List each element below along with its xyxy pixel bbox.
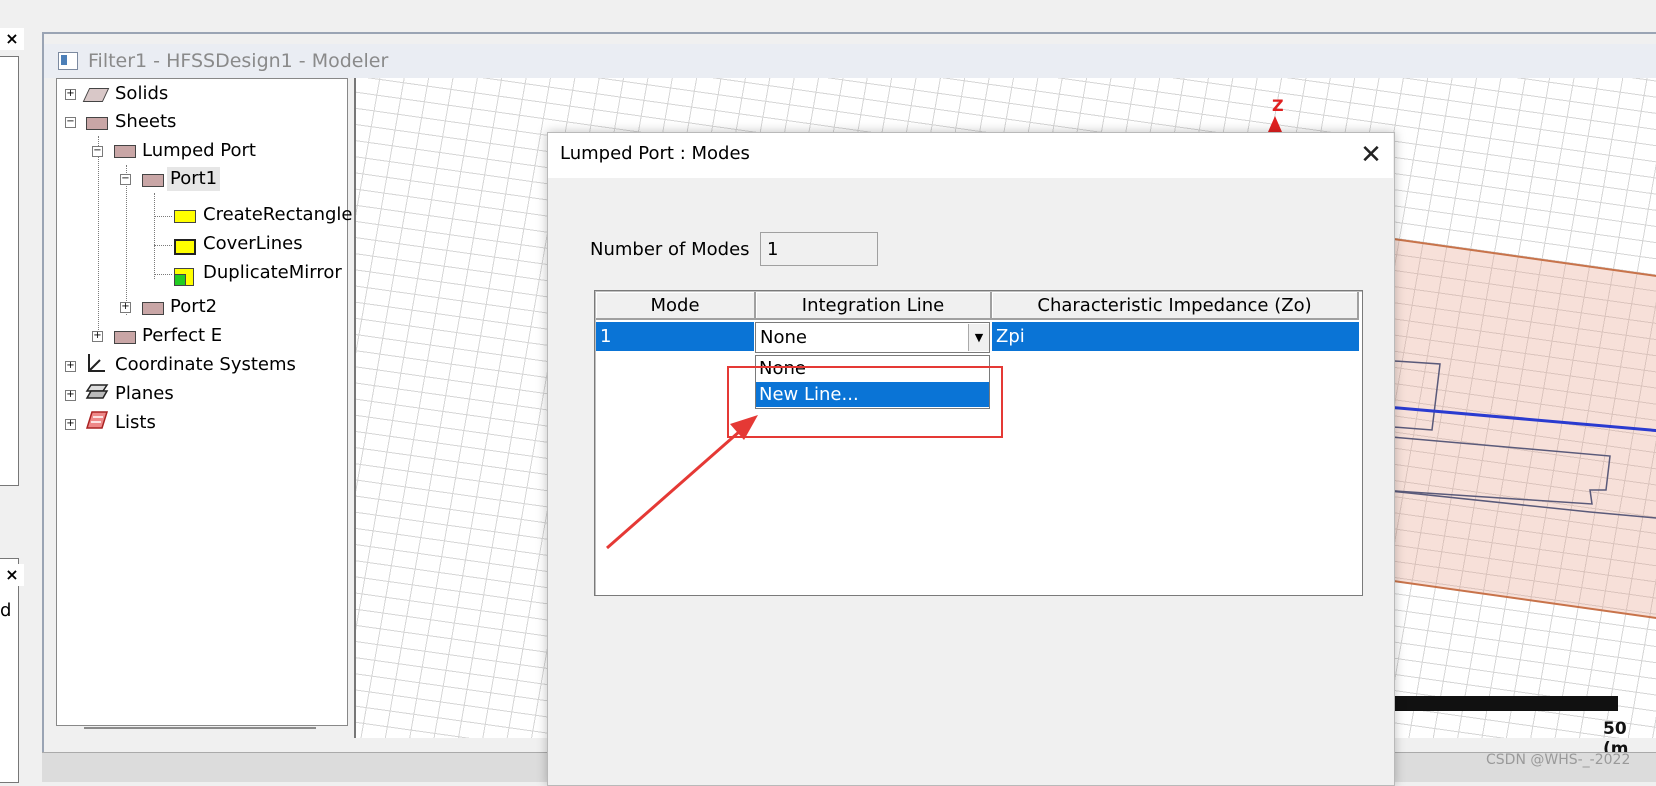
tree-item-sheets[interactable]: Sheets <box>115 110 176 134</box>
number-of-modes-input[interactable] <box>760 232 878 266</box>
sheets-icon <box>86 117 108 130</box>
tree-expand-lists[interactable]: + <box>65 419 76 430</box>
tree-expand-port1[interactable]: − <box>120 174 131 185</box>
tree-horizontal-scrollbar[interactable] <box>84 727 316 729</box>
tree-item-port1[interactable]: Port1 <box>167 167 221 191</box>
tree-expand-solids[interactable]: + <box>65 89 76 100</box>
tree-expand-perfect-e[interactable]: + <box>92 331 103 342</box>
model-outline <box>1380 359 1656 519</box>
dialog-title: Lumped Port : Modes <box>560 143 750 164</box>
column-header-integration-line[interactable]: Integration Line <box>756 292 992 320</box>
z-axis-label: Z <box>1272 96 1284 115</box>
left-panel-lower <box>0 558 19 783</box>
tree-item-perfect-e[interactable]: Perfect E <box>142 324 222 348</box>
lists-icon <box>85 411 109 429</box>
column-header-characteristic-impedance[interactable]: Characteristic Impedance (Zo) <box>992 292 1359 320</box>
cover-lines-icon <box>174 239 196 255</box>
port2-icon <box>142 302 164 315</box>
modeler-window-icon <box>58 52 78 70</box>
tree-item-lists[interactable]: Lists <box>115 411 156 435</box>
tree-expand-port2[interactable]: + <box>120 302 131 313</box>
tree-item-coordinate-systems[interactable]: Coordinate Systems <box>115 353 296 377</box>
left-panel-upper <box>0 56 19 486</box>
tree-item-create-rectangle[interactable]: CreateRectangle <box>203 203 352 227</box>
tree-item-planes[interactable]: Planes <box>115 382 174 406</box>
tree-expand-planes[interactable]: + <box>65 390 76 401</box>
tree-item-lumped-port[interactable]: Lumped Port <box>142 139 256 163</box>
tree-item-port2[interactable]: Port2 <box>170 295 217 319</box>
tree-connector <box>126 165 127 315</box>
modeler-title: Filter1 - HFSSDesign1 - Modeler <box>88 50 389 72</box>
column-header-mode[interactable]: Mode <box>596 292 756 320</box>
tree-item-cover-lines[interactable]: CoverLines <box>203 232 303 256</box>
perfect-e-icon <box>114 331 136 344</box>
tree-item-solids[interactable]: Solids <box>115 82 168 106</box>
tree-connector <box>154 193 155 279</box>
integration-line-select[interactable]: None <box>755 322 990 353</box>
coordinate-systems-icon <box>88 354 105 372</box>
tree-connector <box>154 274 172 275</box>
tree-expand-lumped-port[interactable]: − <box>92 146 103 157</box>
tree-expand-coordinate-systems[interactable]: + <box>65 361 76 372</box>
scale-bar <box>1392 696 1618 711</box>
planes-icon <box>85 384 109 399</box>
watermark: CSDN @WHS-_-2022 <box>1486 752 1631 768</box>
duplicate-mirror-icon-overlay <box>174 274 186 286</box>
highlight-box <box>727 366 1003 438</box>
tree-connector <box>154 216 172 217</box>
chevron-down-icon[interactable]: ▼ <box>968 324 989 351</box>
number-of-modes-label: Number of Modes <box>590 239 750 260</box>
mode-cell[interactable]: 1 <box>596 322 754 351</box>
port1-icon <box>142 174 164 187</box>
left-panel-close-icon[interactable]: × <box>0 28 24 50</box>
create-rectangle-icon <box>174 210 196 223</box>
dialog-close-icon[interactable]: ✕ <box>1354 138 1388 172</box>
left-panel-cut-text: d <box>0 600 12 621</box>
impedance-cell[interactable]: Zpi <box>992 322 1359 351</box>
tree-connector <box>98 136 99 336</box>
tree-item-duplicate-mirror[interactable]: DuplicateMirror <box>203 261 342 285</box>
left-panel-close-icon-2[interactable]: × <box>0 564 24 586</box>
z-axis-arrow-icon <box>1268 116 1282 132</box>
tree-connector <box>154 245 172 246</box>
lumped-port-icon <box>114 145 136 158</box>
tree-expand-sheets[interactable]: − <box>65 117 76 128</box>
